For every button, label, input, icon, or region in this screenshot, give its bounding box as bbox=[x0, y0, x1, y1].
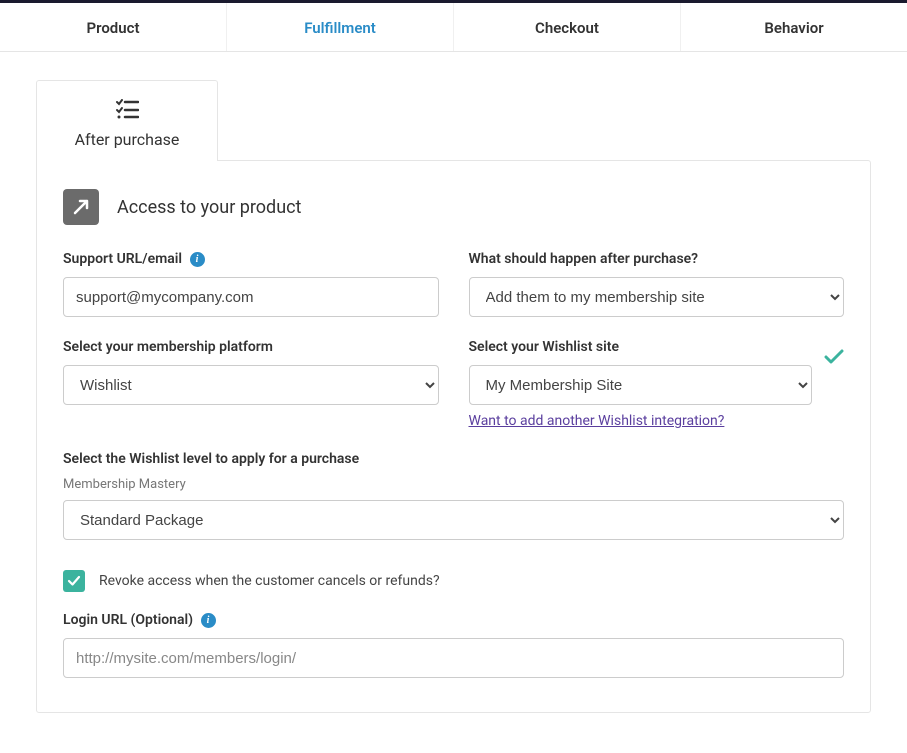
tab-behavior[interactable]: Behavior bbox=[681, 3, 907, 51]
section-title: Access to your product bbox=[117, 197, 301, 218]
section-header: Access to your product bbox=[63, 189, 844, 225]
login-url-label: Login URL (Optional) i bbox=[63, 612, 844, 628]
after-purchase-select[interactable]: Add them to my membership site bbox=[469, 277, 845, 317]
sub-tab-row: After purchase bbox=[36, 80, 871, 161]
tab-fulfillment[interactable]: Fulfillment bbox=[227, 3, 454, 51]
support-label: Support URL/email i bbox=[63, 251, 439, 267]
checklist-icon bbox=[115, 99, 139, 124]
checkmark-icon bbox=[824, 349, 844, 369]
after-purchase-label: What should happen after purchase? bbox=[469, 251, 845, 267]
info-icon[interactable]: i bbox=[201, 613, 216, 628]
support-input[interactable] bbox=[63, 277, 439, 317]
wishlist-level-select[interactable]: Standard Package bbox=[63, 500, 844, 540]
login-url-input[interactable] bbox=[63, 638, 844, 678]
sub-tab-after-purchase[interactable]: After purchase bbox=[36, 80, 218, 161]
tab-checkout[interactable]: Checkout bbox=[454, 3, 681, 51]
info-icon[interactable]: i bbox=[190, 252, 205, 267]
sub-tab-label: After purchase bbox=[47, 130, 207, 149]
revoke-access-row: Revoke access when the customer cancels … bbox=[63, 570, 844, 592]
add-wishlist-link[interactable]: Want to add another Wishlist integration… bbox=[469, 413, 725, 429]
revoke-checkbox[interactable] bbox=[63, 570, 85, 592]
wishlist-level-sublabel: Membership Mastery bbox=[63, 477, 844, 492]
main-tabs: Product Fulfillment Checkout Behavior bbox=[0, 3, 907, 52]
wishlist-site-select[interactable]: My Membership Site bbox=[469, 365, 813, 405]
platform-select[interactable]: Wishlist bbox=[63, 365, 439, 405]
fulfillment-panel: Access to your product Support URL/email… bbox=[36, 160, 871, 713]
wishlist-site-label: Select your Wishlist site bbox=[469, 339, 813, 355]
access-icon bbox=[63, 189, 99, 225]
wishlist-level-label: Select the Wishlist level to apply for a… bbox=[63, 451, 844, 467]
revoke-label: Revoke access when the customer cancels … bbox=[99, 573, 440, 589]
tab-product[interactable]: Product bbox=[0, 3, 227, 51]
platform-label: Select your membership platform bbox=[63, 339, 439, 355]
